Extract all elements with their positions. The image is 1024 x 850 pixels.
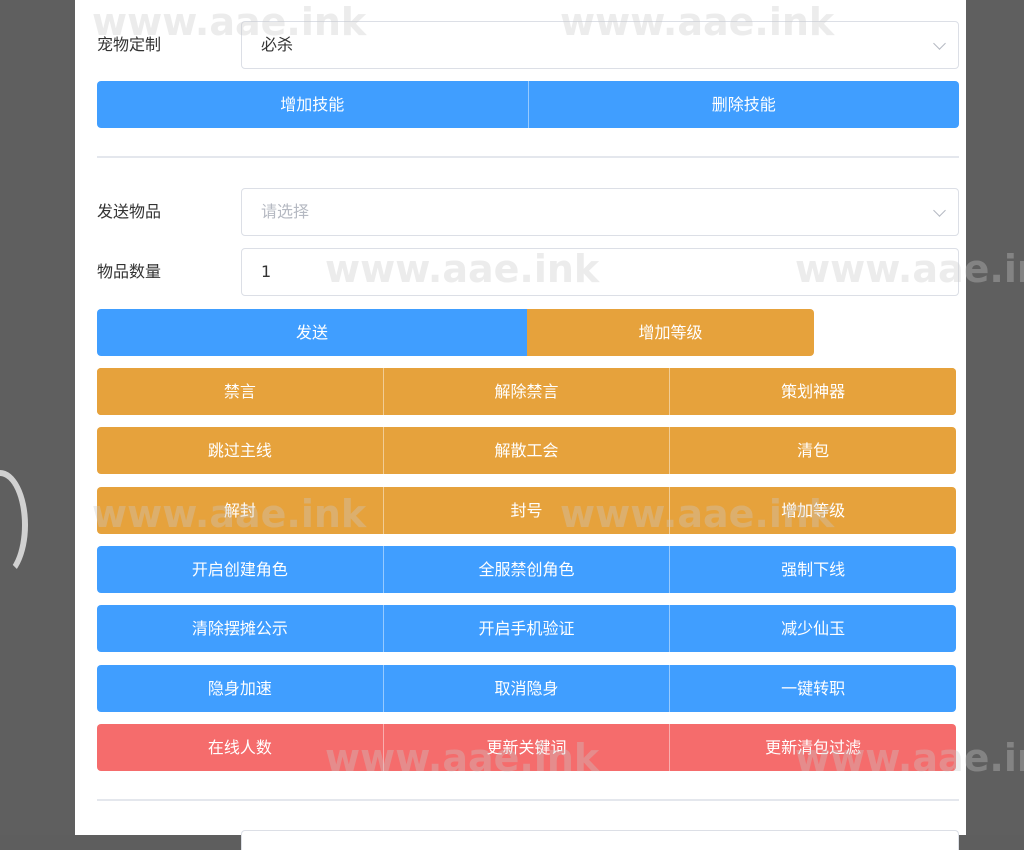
section-divider	[97, 799, 959, 801]
next-field-partial[interactable]	[241, 830, 959, 850]
send-button-group: 发送 增加等级	[97, 309, 814, 356]
server-ban-create-role-button[interactable]: 全服禁创角色	[382, 546, 670, 593]
admin-panel: 宠物定制 必杀 增加技能 删除技能 发送物品 请选择 物品数量 1 发送 增加等…	[75, 0, 966, 850]
send-item-label: 发送物品	[97, 202, 162, 221]
clear-bag-button[interactable]: 清包	[669, 427, 956, 474]
chevron-down-icon	[933, 204, 946, 217]
pet-custom-label: 宠物定制	[97, 35, 162, 54]
command-row-1: 禁言 解除禁言 策划神器	[97, 368, 956, 415]
reduce-jade-button[interactable]: 减少仙玉	[669, 605, 956, 652]
item-quantity-label: 物品数量	[97, 262, 162, 281]
pet-custom-value: 必杀	[261, 35, 294, 54]
item-quantity-row: 物品数量 1	[97, 248, 959, 296]
chevron-down-icon	[933, 37, 946, 50]
update-keywords-button[interactable]: 更新关键词	[382, 724, 670, 771]
ban-account-button[interactable]: 封号	[382, 487, 670, 534]
mute-button[interactable]: 禁言	[97, 368, 383, 415]
command-row-3: 解封 封号 增加等级	[97, 487, 956, 534]
command-row-7: 在线人数 更新关键词 更新清包过滤	[97, 724, 956, 771]
online-count-button[interactable]: 在线人数	[97, 724, 383, 771]
add-skill-button[interactable]: 增加技能	[97, 81, 528, 128]
increase-level-button[interactable]: 增加等级	[669, 487, 956, 534]
command-row-4: 开启创建角色 全服禁创角色 强制下线	[97, 546, 956, 593]
update-clear-filter-button[interactable]: 更新清包过滤	[669, 724, 956, 771]
send-item-select[interactable]: 请选择	[241, 188, 959, 236]
item-quantity-value: 1	[261, 262, 272, 281]
cancel-stealth-button[interactable]: 取消隐身	[382, 665, 670, 712]
force-offline-button[interactable]: 强制下线	[669, 546, 956, 593]
send-item-placeholder: 请选择	[261, 202, 310, 221]
background-left	[0, 0, 75, 835]
command-row-2: 跳过主线 解散工会 清包	[97, 427, 956, 474]
enable-phone-verify-button[interactable]: 开启手机验证	[382, 605, 670, 652]
one-click-job-change-button[interactable]: 一键转职	[669, 665, 956, 712]
delete-skill-button[interactable]: 删除技能	[527, 81, 959, 128]
pet-custom-row: 宠物定制 必杀	[97, 21, 959, 69]
enable-create-role-button[interactable]: 开启创建角色	[97, 546, 383, 593]
add-level-button[interactable]: 增加等级	[527, 309, 814, 356]
disband-guild-button[interactable]: 解散工会	[382, 427, 670, 474]
planner-artifact-button[interactable]: 策划神器	[669, 368, 956, 415]
section-divider	[97, 156, 959, 158]
command-row-5: 清除摆摊公示 开启手机验证 减少仙玉	[97, 605, 956, 652]
send-button[interactable]: 发送	[97, 309, 527, 356]
unban-button[interactable]: 解封	[97, 487, 383, 534]
background-right	[966, 0, 1024, 835]
skip-main-quest-button[interactable]: 跳过主线	[97, 427, 383, 474]
skill-button-group: 增加技能 删除技能	[97, 81, 959, 128]
stealth-speed-button[interactable]: 隐身加速	[97, 665, 383, 712]
clear-stall-notice-button[interactable]: 清除摆摊公示	[97, 605, 383, 652]
pet-custom-select[interactable]: 必杀	[241, 21, 959, 69]
unmute-button[interactable]: 解除禁言	[382, 368, 670, 415]
command-row-6: 隐身加速 取消隐身 一键转职	[97, 665, 956, 712]
send-item-row: 发送物品 请选择	[97, 188, 959, 236]
item-quantity-input[interactable]: 1	[241, 248, 959, 296]
decorative-swirl	[0, 470, 28, 580]
